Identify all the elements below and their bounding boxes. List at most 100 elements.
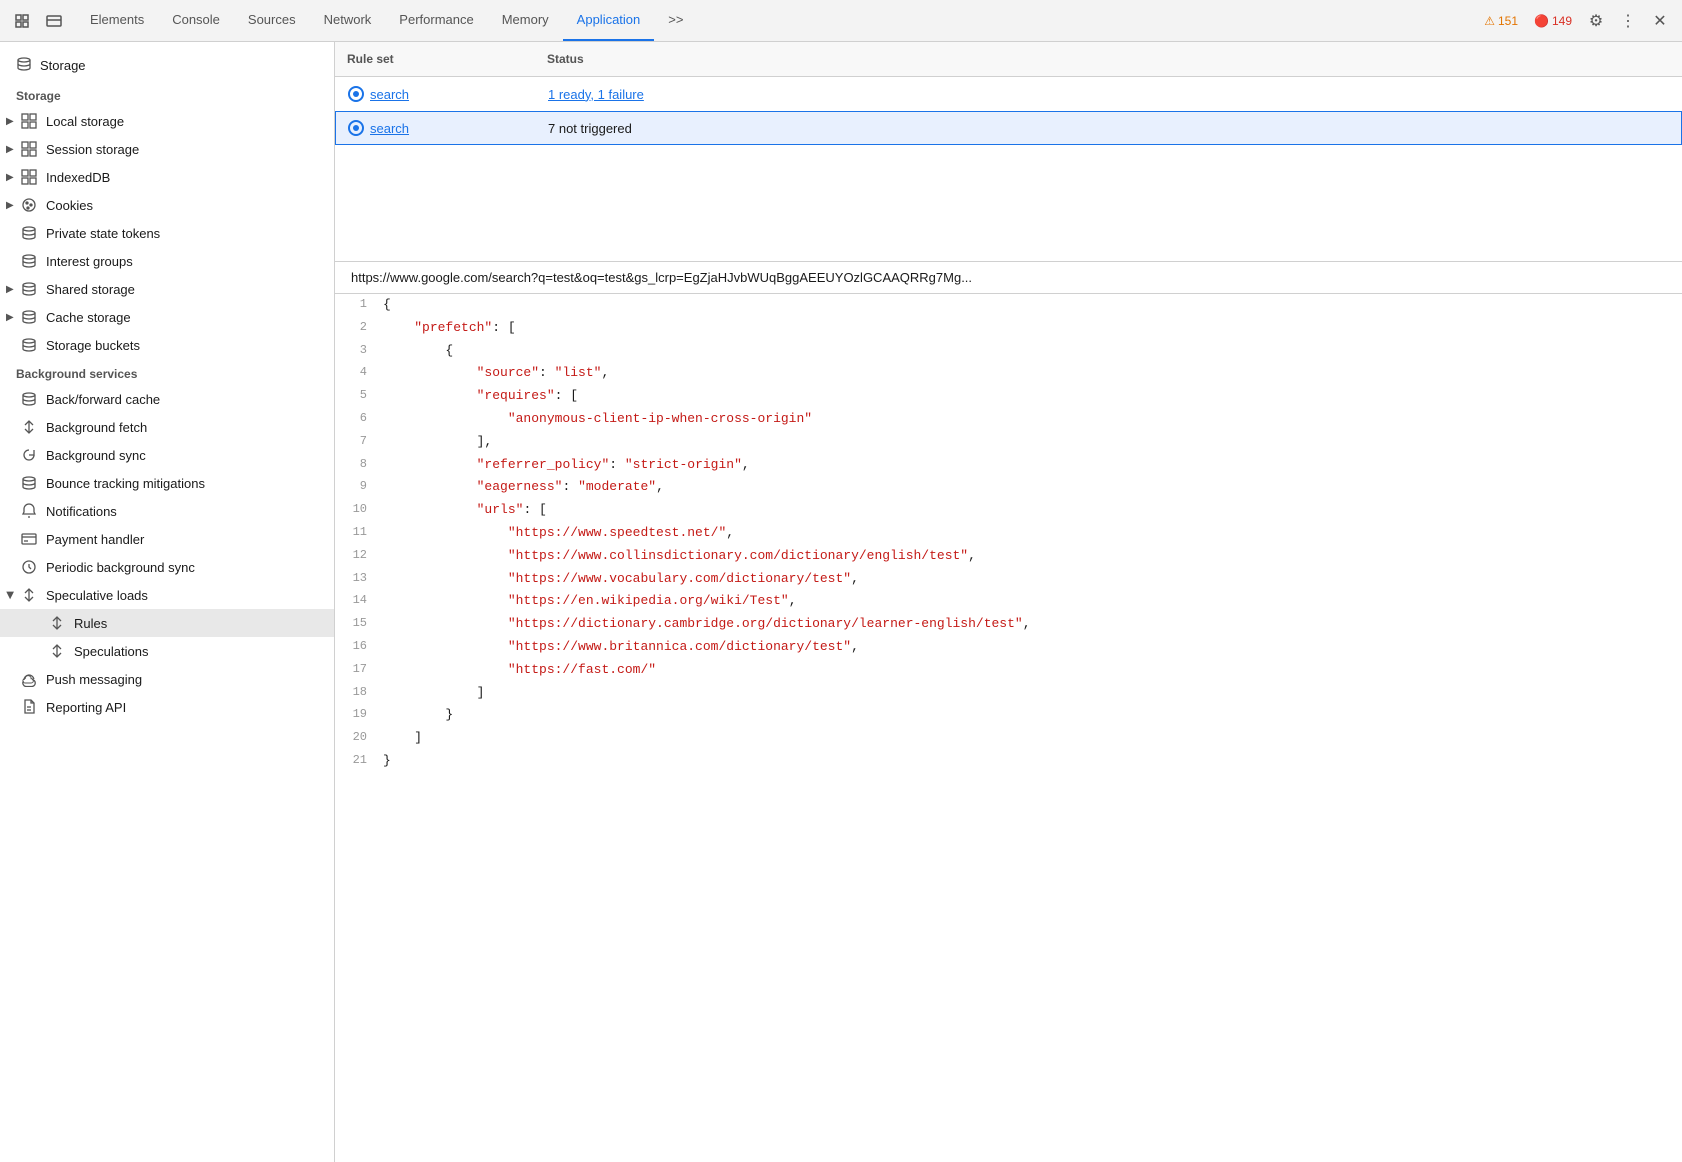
line-number: 19 [335,705,383,724]
clock-icon [20,558,38,576]
content-area: Rule set Status search 1 ready, 1 failur… [335,42,1682,1162]
line-content: "anonymous-client-ip-when-cross-origin" [383,409,1682,430]
arrows-icon-speculations [48,642,66,660]
row1-search-link[interactable]: search [370,87,409,102]
bell-icon [20,502,38,520]
push-messaging-label: Push messaging [46,672,142,687]
sidebar-item-speculative-loads[interactable]: ▶ Speculative loads [0,581,334,609]
line-number: 15 [335,614,383,633]
code-panel: 1{2 "prefetch": [3 {4 "source": "list",5… [335,294,1682,1162]
sidebar-item-indexeddb[interactable]: ▶ IndexedDB [0,163,334,191]
sidebar-item-reporting-api[interactable]: Reporting API [0,693,334,721]
tab-more[interactable]: >> [654,0,697,41]
sidebar-item-background-sync[interactable]: Background sync [0,441,334,469]
sidebar-item-bounce-tracking[interactable]: Bounce tracking mitigations [0,469,334,497]
row2-search-link[interactable]: search [370,121,409,136]
arrows-icon-bg-fetch [20,418,38,436]
err-badge[interactable]: 🔴 149 [1528,12,1578,30]
row2-rule-set[interactable]: search [336,116,536,140]
line-content: "https://www.britannica.com/dictionary/t… [383,637,1682,658]
line-content: "https://www.speedtest.net/", [383,523,1682,544]
row1-rule-set[interactable]: search [336,82,536,106]
line-number: 10 [335,500,383,519]
inspector-icon[interactable] [40,7,68,35]
code-line: 13 "https://www.vocabulary.com/dictionar… [335,568,1682,591]
line-content: ] [383,728,1682,749]
line-content: "requires": [ [383,386,1682,407]
sidebar-item-cookies[interactable]: ▶ Cookies [0,191,334,219]
sidebar-item-push-messaging[interactable]: Push messaging [0,665,334,693]
code-line: 11 "https://www.speedtest.net/", [335,522,1682,545]
db-icon [16,56,32,75]
main-layout: Storage Storage ▶ Local storage ▶ [0,42,1682,1162]
toolbar-right: ⚠ 151 🔴 149 ⚙ ⋮ ✕ [1478,7,1674,35]
background-fetch-label: Background fetch [46,420,147,435]
sidebar-item-back-forward-cache[interactable]: Back/forward cache [0,385,334,413]
tab-application[interactable]: Application [563,0,655,41]
grid-icon-indexeddb [20,168,38,186]
rule-set-panel: Rule set Status search 1 ready, 1 failur… [335,42,1682,262]
line-number: 5 [335,386,383,405]
line-number: 6 [335,409,383,428]
toolbar: Elements Console Sources Network Perform… [0,0,1682,42]
db-icon-cache-storage [20,308,38,326]
sidebar-item-storage-buckets[interactable]: Storage buckets [0,331,334,359]
tab-sources[interactable]: Sources [234,0,310,41]
code-line: 3 { [335,340,1682,363]
expand-arrow-cookies: ▶ [6,200,14,211]
expand-arrow-cache-storage: ▶ [6,312,14,323]
code-line: 8 "referrer_policy": "strict-origin", [335,454,1682,477]
sidebar-item-session-storage[interactable]: ▶ Session storage [0,135,334,163]
notifications-label: Notifications [46,504,117,519]
tab-console[interactable]: Console [158,0,234,41]
tab-performance[interactable]: Performance [385,0,487,41]
sidebar-item-notifications[interactable]: Notifications [0,497,334,525]
col-status: Status [535,48,1682,70]
periodic-bg-sync-label: Periodic background sync [46,560,195,575]
line-number: 18 [335,683,383,702]
line-content: "https://www.vocabulary.com/dictionary/t… [383,569,1682,590]
sidebar-item-private-state-tokens[interactable]: Private state tokens [0,219,334,247]
settings-icon[interactable]: ⚙ [1582,7,1610,35]
sidebar-item-background-fetch[interactable]: Background fetch [0,413,334,441]
card-icon [20,530,38,548]
line-number: 8 [335,455,383,474]
code-line: 17 "https://fast.com/" [335,659,1682,682]
sidebar-sub-item-speculations[interactable]: Speculations [0,637,334,665]
sidebar-item-local-storage[interactable]: ▶ Local storage [0,107,334,135]
table-row[interactable]: search 7 not triggered [335,111,1682,145]
rules-label: Rules [74,616,107,631]
tab-memory[interactable]: Memory [488,0,563,41]
line-number: 14 [335,591,383,610]
line-number: 17 [335,660,383,679]
code-line: 5 "requires": [ [335,385,1682,408]
line-content: } [383,751,1682,772]
sidebar-item-shared-storage[interactable]: ▶ Shared storage [0,275,334,303]
more-icon[interactable]: ⋮ [1614,7,1642,35]
sidebar-item-cache-storage[interactable]: ▶ Cache storage [0,303,334,331]
warn-badge[interactable]: ⚠ 151 [1478,12,1524,30]
pointer-icon[interactable] [8,7,36,35]
expand-arrow-session-storage: ▶ [6,144,14,155]
line-number: 2 [335,318,383,337]
storage-buckets-label: Storage buckets [46,338,140,353]
code-line: 2 "prefetch": [ [335,317,1682,340]
sidebar-item-payment-handler[interactable]: Payment handler [0,525,334,553]
back-forward-cache-label: Back/forward cache [46,392,160,407]
sidebar-item-periodic-bg-sync[interactable]: Periodic background sync [0,553,334,581]
code-line: 15 "https://dictionary.cambridge.org/dic… [335,613,1682,636]
row1-status-text[interactable]: 1 ready, 1 failure [548,87,644,102]
sidebar-item-interest-groups[interactable]: Interest groups [0,247,334,275]
table-row[interactable]: search 1 ready, 1 failure [335,77,1682,111]
line-content: { [383,341,1682,362]
close-icon[interactable]: ✕ [1646,7,1674,35]
tab-network[interactable]: Network [310,0,386,41]
tab-elements[interactable]: Elements [76,0,158,41]
private-state-tokens-label: Private state tokens [46,226,160,241]
code-line: 7 ], [335,431,1682,454]
sidebar-item-storage-top[interactable]: Storage [0,50,334,81]
interest-groups-label: Interest groups [46,254,133,269]
col-rule-set: Rule set [335,48,535,70]
sidebar-sub-item-rules[interactable]: Rules [0,609,334,637]
session-storage-label: Session storage [46,142,139,157]
